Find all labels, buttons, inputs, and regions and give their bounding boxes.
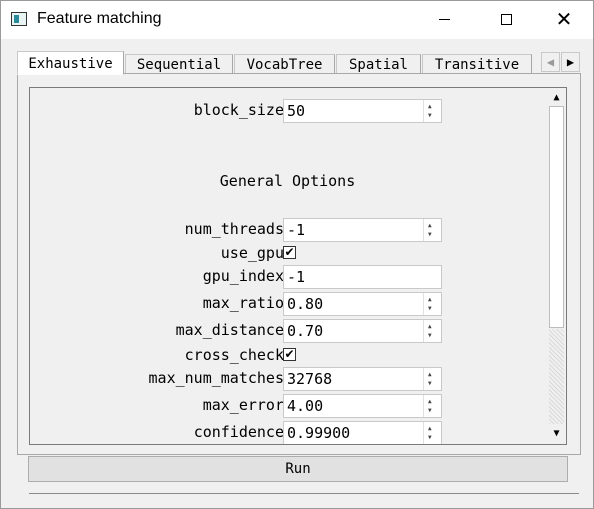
- max-distance-row: max_distance 0.70 ▲ ▼: [30, 319, 550, 343]
- vertical-scrollbar[interactable]: ▲ ▼: [547, 88, 566, 444]
- gpu-index-row: gpu_index -1: [30, 265, 550, 289]
- feature-matching-window: Feature matching ✕ Exhaustive Sequential…: [0, 0, 594, 509]
- window-title: Feature matching: [37, 10, 162, 27]
- max-error-spinbox[interactable]: 4.00 ▲ ▼: [283, 394, 442, 418]
- gpu-index-label: gpu_index: [202, 267, 284, 285]
- cross-check-row: cross_check ✔: [30, 344, 550, 368]
- max-distance-spinbox[interactable]: 0.70 ▲ ▼: [283, 319, 442, 343]
- num-threads-value: -1: [287, 221, 306, 239]
- max-num-matches-spinbox[interactable]: 32768 ▲ ▼: [283, 367, 442, 391]
- cross-check-label: cross_check: [184, 346, 284, 364]
- checkmark-icon: ✔: [284, 347, 295, 361]
- scroll-up-icon[interactable]: ▲: [547, 89, 566, 106]
- spin-arrows-icon[interactable]: ▲ ▼: [423, 422, 441, 444]
- max-distance-value: 0.70: [287, 322, 324, 340]
- confidence-row: confidence 0.99900 ▲ ▼: [30, 421, 550, 444]
- tab-scroll-buttons: ◀ ▶: [541, 52, 581, 72]
- scroll-down-icon[interactable]: ▼: [547, 425, 566, 442]
- block-size-spinbox[interactable]: 50 ▲ ▼: [283, 99, 442, 123]
- max-num-matches-value: 32768: [287, 370, 333, 388]
- tab-transitive[interactable]: Transitive: [422, 54, 532, 74]
- app-icon: [11, 12, 27, 26]
- tab-vocabtree[interactable]: VocabTree: [234, 54, 335, 74]
- max-ratio-spinbox[interactable]: 0.80 ▲ ▼: [283, 292, 442, 316]
- tab-scroll-left-icon[interactable]: ◀: [541, 52, 560, 72]
- minimize-icon: [438, 19, 450, 21]
- general-options-heading: General Options: [219, 172, 356, 190]
- spin-arrows-icon[interactable]: ▲ ▼: [423, 293, 441, 315]
- spin-arrows-icon[interactable]: ▲ ▼: [423, 320, 441, 342]
- minimize-button[interactable]: [421, 1, 467, 39]
- tab-scroll-right-icon[interactable]: ▶: [561, 52, 580, 72]
- num-threads-row: num_threads -1 ▲ ▼: [30, 218, 550, 242]
- scroll-track[interactable]: [549, 329, 564, 424]
- spin-arrows-icon[interactable]: ▲ ▼: [423, 100, 441, 122]
- options-scroll-area: block_size 50 ▲ ▼ General Options num_thr…: [29, 87, 567, 445]
- max-error-row: max_error 4.00 ▲ ▼: [30, 394, 550, 418]
- bottom-divider: [29, 493, 579, 494]
- gpu-index-value: -1: [287, 268, 306, 286]
- max-num-matches-label: max_num_matches: [148, 369, 284, 387]
- spin-arrows-icon[interactable]: ▲ ▼: [423, 219, 441, 241]
- spin-arrows-icon[interactable]: ▲ ▼: [423, 395, 441, 417]
- maximize-button[interactable]: [483, 1, 529, 39]
- max-error-value: 4.00: [287, 397, 324, 415]
- use-gpu-label: use_gpu: [220, 244, 284, 262]
- block-size-value: 50: [287, 102, 306, 120]
- use-gpu-checkbox[interactable]: ✔: [283, 246, 296, 259]
- num-threads-spinbox[interactable]: -1 ▲ ▼: [283, 218, 442, 242]
- max-ratio-value: 0.80: [287, 295, 324, 313]
- close-icon: ✕: [555, 9, 573, 31]
- scroll-thumb[interactable]: [549, 106, 564, 328]
- spin-arrows-icon[interactable]: ▲ ▼: [423, 368, 441, 390]
- checkmark-icon: ✔: [284, 245, 295, 259]
- block-size-row: block_size 50 ▲ ▼: [30, 99, 550, 123]
- use-gpu-row: use_gpu ✔: [30, 242, 550, 266]
- title-bar: Feature matching ✕: [1, 1, 593, 39]
- confidence-value: 0.99900: [287, 424, 351, 442]
- gpu-index-input[interactable]: -1: [283, 265, 442, 289]
- max-error-label: max_error: [202, 396, 284, 414]
- tab-exhaustive[interactable]: Exhaustive: [17, 51, 124, 75]
- max-distance-label: max_distance: [175, 321, 284, 339]
- max-num-matches-row: max_num_matches 32768 ▲ ▼: [30, 367, 550, 391]
- confidence-spinbox[interactable]: 0.99900 ▲ ▼: [283, 421, 442, 444]
- close-button[interactable]: ✕: [541, 1, 587, 39]
- max-ratio-label: max_ratio: [202, 294, 284, 312]
- max-ratio-row: max_ratio 0.80 ▲ ▼: [30, 292, 550, 316]
- block-size-label: block_size: [193, 101, 284, 119]
- maximize-icon: [500, 14, 512, 26]
- confidence-label: confidence: [193, 423, 284, 441]
- cross-check-checkbox[interactable]: ✔: [283, 348, 296, 361]
- num-threads-label: num_threads: [184, 220, 284, 238]
- tab-sequential[interactable]: Sequential: [125, 54, 233, 74]
- tab-spatial[interactable]: Spatial: [336, 54, 421, 74]
- run-button[interactable]: Run: [28, 456, 568, 482]
